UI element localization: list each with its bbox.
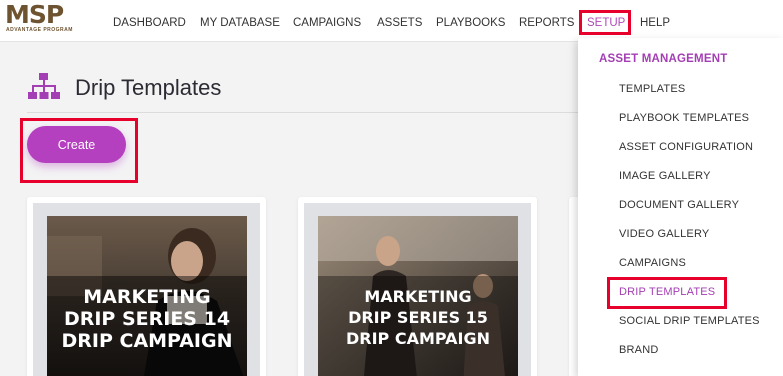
- logo-text: MSP: [5, 0, 64, 29]
- drip-templates-highlight-box: [607, 277, 727, 309]
- template-card[interactable]: MARKETING DRIP SERIES 15 DRIP CAMPAIGN: [298, 197, 537, 376]
- menu-item-playbook-templates[interactable]: PLAYBOOK TEMPLATES: [619, 112, 749, 124]
- nav-assets[interactable]: ASSETS: [377, 16, 422, 30]
- setup-dropdown-menu: ASSET MANAGEMENT TEMPLATES PLAYBOOK TEMP…: [578, 38, 783, 376]
- menu-item-video-gallery[interactable]: VIDEO GALLERY: [619, 228, 709, 240]
- title-divider: [27, 112, 583, 113]
- menu-item-document-gallery[interactable]: DOCUMENT GALLERY: [619, 199, 739, 211]
- template-thumbnail[interactable]: MARKETING DRIP SERIES 15 DRIP CAMPAIGN: [318, 216, 518, 376]
- menu-item-campaigns[interactable]: CAMPAIGNS: [619, 257, 686, 269]
- nav-setup[interactable]: SETUP: [579, 10, 631, 35]
- card-title-line1: MARKETING: [83, 286, 211, 308]
- msp-logo[interactable]: MSP ADVANTAGE PROGRAM: [5, 2, 87, 38]
- logo-subtitle: ADVANTAGE PROGRAM: [6, 27, 73, 33]
- menu-item-asset-configuration[interactable]: ASSET CONFIGURATION: [619, 141, 753, 153]
- menu-item-brand[interactable]: BRAND: [619, 344, 659, 356]
- card-title-line1: MARKETING: [364, 287, 472, 306]
- card-title-line2: DRIP SERIES 15: [348, 308, 488, 327]
- menu-item-templates[interactable]: TEMPLATES: [619, 83, 685, 95]
- card-frame: MARKETING DRIP SERIES 15 DRIP CAMPAIGN: [304, 203, 531, 376]
- sitemap-icon: [27, 72, 61, 102]
- menu-item-social-drip-templates[interactable]: SOCIAL DRIP TEMPLATES: [619, 315, 760, 327]
- card-frame: MARKETING DRIP SERIES 14 DRIP CAMPAIGN: [33, 203, 260, 376]
- nav-campaigns[interactable]: CAMPAIGNS: [293, 16, 361, 30]
- card-title-line2: DRIP SERIES 14: [63, 308, 231, 330]
- create-button[interactable]: Create: [27, 126, 126, 163]
- menu-section-header: ASSET MANAGEMENT: [599, 53, 728, 65]
- nav-help[interactable]: HELP: [640, 16, 670, 30]
- nav-playbooks[interactable]: PLAYBOOKS: [436, 16, 505, 30]
- nav-dashboard[interactable]: DASHBOARD: [113, 16, 186, 30]
- template-thumbnail[interactable]: MARKETING DRIP SERIES 14 DRIP CAMPAIGN: [47, 216, 247, 376]
- nav-setup-label: SETUP: [587, 17, 626, 29]
- page-title: Drip Templates: [75, 75, 222, 100]
- card-title-line3: DRIP CAMPAIGN: [345, 329, 490, 348]
- nav-my-database[interactable]: MY DATABASE: [200, 16, 280, 30]
- top-navbar: MSP ADVANTAGE PROGRAM DASHBOARD MY DATAB…: [0, 0, 783, 42]
- template-card[interactable]: MARKETING DRIP SERIES 14 DRIP CAMPAIGN: [27, 197, 266, 376]
- nav-reports[interactable]: REPORTS: [519, 16, 574, 30]
- card-title-line3: DRIP CAMPAIGN: [61, 330, 233, 352]
- menu-item-image-gallery[interactable]: IMAGE GALLERY: [619, 170, 711, 182]
